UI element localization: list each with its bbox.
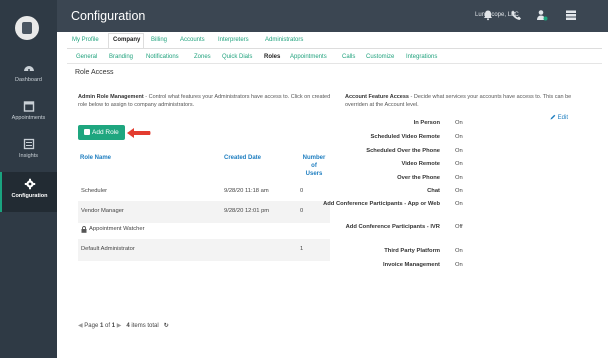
created-date: 9/28/20 11:18 am [224, 188, 269, 194]
subtab-quick-dials[interactable]: Quick Dials [222, 54, 252, 60]
section-title: Role Access [75, 69, 114, 76]
sidebar-item-label: Appointments [11, 115, 46, 121]
edit-features-button[interactable]: Edit [550, 114, 568, 121]
feature-label: In Person [413, 120, 440, 126]
prev-page-icon[interactable]: ◀ [78, 323, 83, 329]
account-feature-heading: Account Feature Access [345, 94, 409, 100]
feature-label: Over the Phone [397, 175, 440, 181]
calendar-icon [23, 101, 34, 112]
feature-label: Add Conference Participants - IVR [345, 224, 440, 230]
tab-company[interactable]: Company [113, 37, 140, 43]
tab-accounts[interactable]: Accounts [180, 37, 205, 43]
list-icon [23, 138, 34, 150]
table-row[interactable]: Appointment Watcher [78, 219, 330, 241]
feature-label: Invoice Management [382, 262, 440, 268]
user-status-icon[interactable] [536, 9, 548, 21]
pager-current-page: 1 [99, 323, 104, 329]
sidebar-item-configuration[interactable]: Configuration [0, 172, 57, 212]
sidebar-item-label: Insights [19, 153, 38, 159]
feature-value: On [455, 248, 463, 254]
feature-value: On [455, 134, 463, 140]
plus-icon [84, 129, 90, 135]
pagination: ◀ Page 1 of 1 ▶ 4 items total ↻ [78, 322, 169, 329]
sidebar: Dashboard Appointments Insights Configur… [0, 0, 57, 358]
subtab-notifications[interactable]: Notifications [146, 54, 179, 60]
tab-billing[interactable]: Billing [151, 37, 167, 43]
edit-label: Edit [557, 115, 569, 121]
feature-value: On [455, 262, 463, 268]
bell-icon[interactable] [482, 9, 494, 21]
lock-icon [81, 226, 87, 233]
user-count: 0 [300, 188, 304, 194]
feature-label: Scheduled Over the Phone [366, 148, 440, 154]
refresh-icon[interactable]: ↻ [164, 323, 169, 329]
feature-label: Scheduled Video Remote [370, 134, 440, 140]
sidebar-item-appointments[interactable]: Appointments [0, 100, 57, 138]
user-count: 0 [300, 208, 304, 214]
subtab-roles[interactable]: Roles [264, 54, 280, 60]
tab-administrators[interactable]: Administrators [265, 37, 303, 43]
subtab-customize[interactable]: Customize [366, 54, 394, 60]
subtab-integrations[interactable]: Integrations [406, 54, 437, 60]
feature-value: Off [455, 224, 463, 230]
page-title: Configuration [71, 9, 146, 23]
pager-of-word: of [105, 323, 111, 329]
table-row[interactable]: Scheduler 9/28/20 11:18 am 0 [78, 181, 330, 203]
phone-icon[interactable] [510, 9, 522, 21]
server-icon[interactable] [565, 9, 577, 21]
app-logo[interactable] [15, 16, 39, 40]
role-name: Default Administrator [81, 246, 135, 252]
sidebar-item-label: Dashboard [15, 77, 42, 83]
feature-value: On [455, 201, 463, 207]
tab-my-profile[interactable]: My Profile [72, 37, 99, 43]
subtab-general[interactable]: General [76, 54, 97, 60]
pager-items-word: items total [131, 323, 159, 329]
column-created-date[interactable]: Created Date [224, 154, 261, 162]
user-count: 1 [300, 246, 304, 252]
sidebar-item-label: Configuration [11, 193, 48, 199]
sidebar-item-insights[interactable]: Insights [0, 138, 57, 176]
table-row[interactable]: Default Administrator 1 [78, 239, 330, 261]
add-role-button[interactable]: Add Role [78, 125, 125, 140]
created-date: 9/28/20 12:01 pm [224, 208, 270, 214]
tab-interpreters[interactable]: Interpreters [218, 37, 249, 43]
account-feature-description: Account Feature Access - Decide what ser… [345, 93, 590, 109]
top-header: Configuration Lunascope, LLC [57, 0, 608, 32]
left-arrow-icon [127, 128, 151, 138]
pager-page-word: Page [84, 323, 99, 329]
sidebar-item-dashboard[interactable]: Dashboard [0, 62, 57, 100]
tabs-divider [67, 48, 602, 49]
feature-value: On [455, 161, 463, 167]
subtab-zones[interactable]: Zones [194, 54, 211, 60]
gauge-icon [23, 66, 34, 71]
role-name: Scheduler [81, 188, 108, 194]
column-role-name[interactable]: Role Name [80, 154, 111, 162]
subtab-branding[interactable]: Branding [109, 54, 133, 60]
subtab-appointments[interactable]: Appointments [290, 54, 327, 60]
feature-value: On [455, 120, 463, 126]
admin-role-description: Admin Role Management - Control what fea… [78, 93, 333, 109]
pager-total-items: 4 [126, 323, 130, 329]
feature-value: On [455, 188, 463, 194]
subtabs-divider [67, 63, 602, 64]
feature-value: On [455, 175, 463, 181]
next-page-icon[interactable]: ▶ [117, 323, 122, 329]
feature-label: Chat [427, 188, 440, 194]
role-name: Appointment Watcher [89, 226, 145, 232]
gear-icon [24, 178, 35, 190]
feature-label: Add Conference Participants - App or Web [323, 201, 440, 207]
subtab-calls[interactable]: Calls [342, 54, 355, 60]
feature-label: Third Party Platform [384, 248, 440, 254]
add-role-label: Add Role [92, 129, 119, 136]
feature-value: On [455, 148, 463, 154]
feature-label: Video Remote [401, 161, 440, 167]
admin-role-heading: Admin Role Management [78, 94, 144, 100]
pager-total-pages: 1 [111, 323, 116, 329]
pencil-icon [550, 114, 556, 120]
role-name: Vendor Manager [81, 208, 124, 214]
